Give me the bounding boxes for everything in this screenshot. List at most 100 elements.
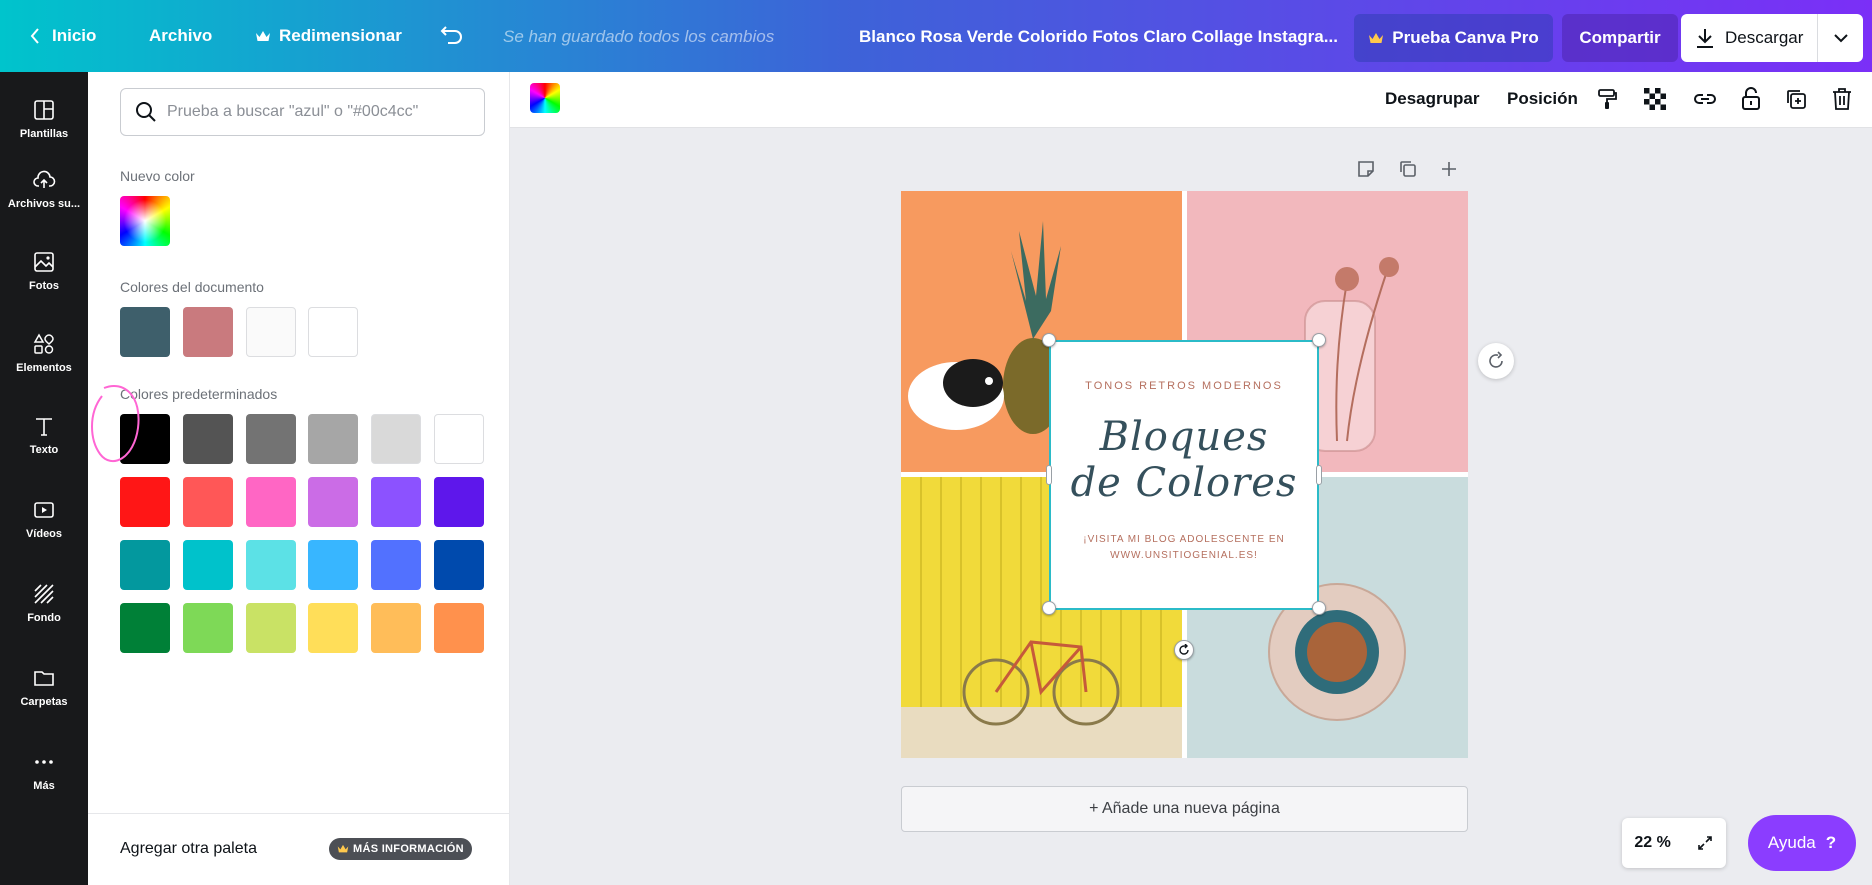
sidebar-item-elements[interactable]: Elementos [0, 318, 88, 388]
home-button[interactable]: Inicio [30, 26, 96, 46]
default-color-swatch[interactable] [434, 540, 484, 590]
default-color-swatch[interactable] [183, 477, 233, 527]
default-color-swatch[interactable] [308, 540, 358, 590]
more-info-badge[interactable]: MÁS INFORMACIÓN [329, 838, 472, 860]
duplicate-icon[interactable] [1781, 84, 1811, 114]
sidebar-item-label: Carpetas [20, 696, 68, 708]
panel-footer: Agregar otra paleta MÁS INFORMACIÓN [88, 813, 509, 885]
fullscreen-icon[interactable] [1696, 834, 1714, 852]
sidebar-item-templates[interactable]: Plantillas [0, 84, 88, 154]
sidebar-item-uploads[interactable]: Archivos su... [0, 154, 88, 224]
design-footer-line-2: WWW.UNSITIOGENIAL.ES! [1110, 550, 1258, 561]
default-color-swatch[interactable] [308, 603, 358, 653]
default-color-swatch[interactable] [308, 477, 358, 527]
file-label: Archivo [149, 26, 213, 45]
try-pro-button[interactable]: Prueba Canva Pro [1354, 14, 1553, 62]
link-icon[interactable] [1690, 84, 1720, 114]
document-color-swatch[interactable] [246, 307, 296, 357]
share-button[interactable]: Compartir [1562, 14, 1678, 62]
copy-page-icon[interactable] [1398, 159, 1418, 179]
resize-handle-bottom-right[interactable] [1312, 601, 1326, 615]
video-icon [34, 502, 54, 518]
add-page-icon[interactable] [1440, 160, 1458, 178]
default-color-swatch[interactable] [308, 414, 358, 464]
document-title[interactable]: Blanco Rosa Verde Colorido Fotos Claro C… [859, 27, 1338, 47]
resize-handle-top-right[interactable] [1312, 333, 1326, 347]
color-search-input[interactable] [167, 103, 467, 121]
default-color-swatch[interactable] [434, 477, 484, 527]
download-options-button[interactable] [1818, 33, 1863, 43]
folder-icon [34, 671, 54, 686]
text-box-selected[interactable]: TONOS RETROS MODERNOS Bloques de Colores… [1049, 340, 1319, 610]
delete-icon[interactable] [1827, 84, 1857, 114]
default-color-swatch[interactable] [120, 477, 170, 527]
lock-icon[interactable] [1736, 84, 1766, 114]
position-button[interactable]: Posición [1507, 89, 1578, 109]
default-color-swatch[interactable] [371, 414, 421, 464]
default-color-swatch[interactable] [246, 540, 296, 590]
undo-button[interactable] [440, 24, 464, 46]
default-color-swatch[interactable] [371, 603, 421, 653]
document-color-swatch[interactable] [183, 307, 233, 357]
text-color-button[interactable] [530, 83, 560, 113]
help-button[interactable]: Ayuda ? [1748, 815, 1856, 871]
default-color-swatch[interactable] [246, 414, 296, 464]
sidebar-item-videos[interactable]: Vídeos [0, 484, 88, 554]
color-search-box[interactable] [120, 88, 485, 136]
default-color-swatch[interactable] [246, 603, 296, 653]
default-color-swatch[interactable] [120, 540, 170, 590]
document-color-swatch[interactable] [308, 307, 358, 357]
default-color-swatch[interactable] [183, 414, 233, 464]
help-label: Ayuda [1767, 833, 1816, 852]
design-footer-text[interactable]: ¡VISITA MI BLOG ADOLESCENTE EN WWW.UNSIT… [1079, 532, 1289, 564]
sidebar-item-label: Texto [29, 444, 59, 456]
crown-icon [337, 844, 349, 853]
horizontal-scrollbar[interactable] [510, 874, 1862, 885]
default-color-swatch[interactable] [434, 414, 484, 464]
document-colors-label: Colores del documento [120, 279, 264, 295]
download-button[interactable]: Descargar [1681, 14, 1818, 62]
sidebar-item-folders[interactable]: Carpetas [0, 652, 88, 722]
file-menu-button[interactable]: Archivo [149, 26, 212, 46]
rotate-handle[interactable] [1174, 640, 1194, 660]
sidebar-item-text[interactable]: Texto [0, 400, 88, 470]
zoom-control[interactable]: 22 % [1622, 818, 1726, 868]
default-color-swatch[interactable] [371, 540, 421, 590]
refresh-icon [1489, 351, 1503, 368]
resize-handle-left[interactable] [1046, 465, 1052, 485]
resize-handle-bottom-left[interactable] [1042, 601, 1056, 615]
search-icon [136, 102, 156, 122]
refresh-suggestion-button[interactable] [1478, 343, 1514, 379]
sidebar-item-more[interactable]: Más [0, 736, 88, 806]
default-color-swatch[interactable] [183, 540, 233, 590]
background-icon [34, 584, 54, 604]
default-color-swatch[interactable] [183, 603, 233, 653]
sidebar-item-background[interactable]: Fondo [0, 568, 88, 638]
vertical-scrollbar[interactable] [1862, 128, 1872, 885]
ungroup-button[interactable]: Desagrupar [1385, 89, 1479, 109]
design-subtitle[interactable]: TONOS RETROS MODERNOS [1085, 380, 1283, 392]
document-color-swatch[interactable] [120, 307, 170, 357]
new-color-button[interactable] [120, 196, 170, 246]
help-question-mark: ? [1825, 833, 1837, 852]
design-page[interactable]: TONOS RETROS MODERNOS Bloques de Colores… [901, 191, 1468, 758]
resize-button[interactable]: Redimensionar [255, 26, 402, 46]
sidebar-item-label: Archivos su... [7, 198, 81, 210]
add-new-page-button[interactable]: + Añade una nueva página [901, 786, 1468, 832]
default-color-swatch[interactable] [371, 477, 421, 527]
download-label: Descargar [1725, 28, 1804, 47]
note-icon[interactable] [1356, 159, 1376, 179]
undo-icon [440, 26, 462, 44]
zoom-value: 22 % [1634, 834, 1671, 851]
download-icon [1697, 29, 1713, 48]
resize-handle-right[interactable] [1316, 465, 1322, 485]
design-title[interactable]: Bloques de Colores [1071, 414, 1298, 506]
resize-handle-top-left[interactable] [1042, 333, 1056, 347]
rotate-icon [1179, 644, 1189, 655]
default-color-swatch[interactable] [246, 477, 296, 527]
sidebar-item-photos[interactable]: Fotos [0, 236, 88, 306]
default-color-swatch[interactable] [434, 603, 484, 653]
format-painter-icon[interactable] [1592, 84, 1622, 114]
transparency-icon[interactable] [1640, 84, 1670, 114]
default-color-swatch[interactable] [120, 603, 170, 653]
